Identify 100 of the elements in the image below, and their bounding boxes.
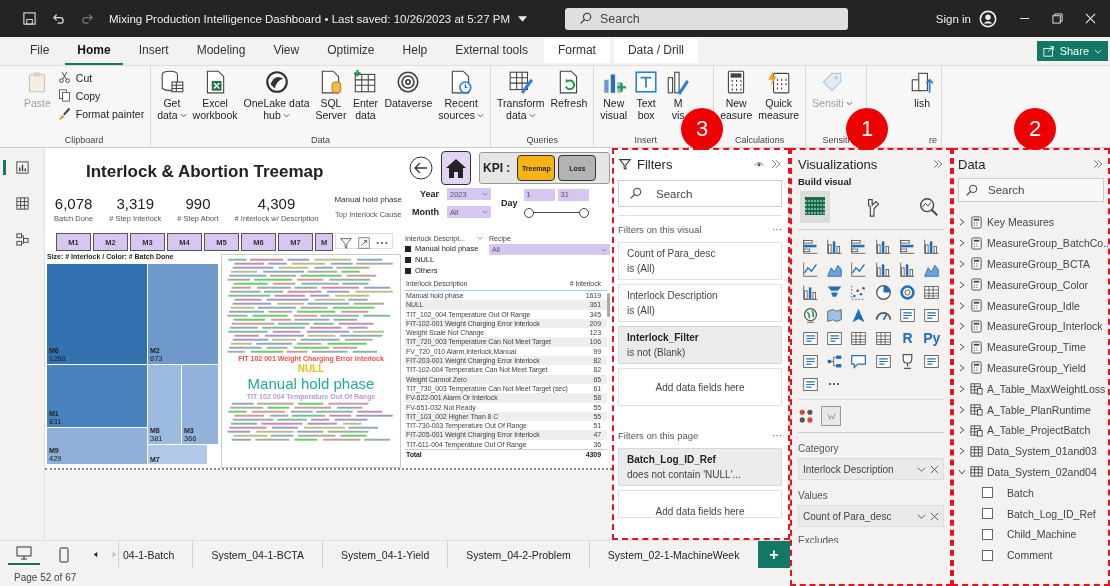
ribbon-button[interactable]: Transform data (495, 69, 547, 135)
ribbon-button[interactable]: SQL Server (313, 69, 349, 135)
ribbon-button[interactable]: Quick measure (756, 69, 802, 135)
ribbon-button[interactable]: Excel workbook (190, 69, 240, 135)
ribbon-button[interactable]: OneLake data hub (241, 69, 312, 135)
bar-chart-icon[interactable] (850, 238, 868, 255)
menu-tab[interactable]: Insert (126, 37, 181, 65)
previous-page-icon[interactable] (92, 551, 99, 558)
tree-icon[interactable] (826, 353, 843, 370)
bar-chart-icon[interactable] (801, 238, 819, 255)
data-table-item[interactable]: Key Measures (958, 212, 1104, 233)
ribbon-button[interactable]: M vis (663, 69, 694, 135)
filter-card[interactable]: Batch_Log_ID_Ref does not contain 'NULL'... (618, 448, 782, 486)
desktop-icon[interactable] (8, 544, 40, 565)
collapse-icon[interactable] (1092, 158, 1104, 170)
menu-tab[interactable]: Help (390, 37, 440, 65)
more-options-button[interactable]: ··· (772, 430, 782, 444)
expand-icon[interactable] (357, 236, 371, 250)
drop-zone[interactable]: Add data fields here (618, 490, 782, 518)
search-input[interactable]: Search (654, 186, 781, 201)
checkbox[interactable] (982, 549, 993, 561)
ribbon-button[interactable]: Enter data (350, 69, 381, 135)
data-field-item[interactable]: Child_Machine (958, 523, 1104, 545)
dots-chart-icon[interactable] (798, 407, 815, 425)
data-table-item[interactable]: A_Table_MaxWeightLoss (958, 378, 1104, 400)
scatter-chart-icon[interactable] (850, 284, 868, 301)
data-field-item[interactable]: Batch_Log_ID_Ref (958, 503, 1104, 524)
search-field[interactable]: Search (618, 180, 782, 207)
drop-zone[interactable]: Add data fields here (618, 368, 782, 406)
expand-chevron-icon[interactable] (958, 447, 966, 456)
search-field[interactable]: Search (565, 7, 848, 30)
more-visuals-link[interactable]: ··· (828, 376, 841, 393)
menu-tab[interactable]: Format (543, 39, 610, 63)
field-well[interactable]: Interlock Description (798, 458, 944, 480)
avatar-icon[interactable] (979, 9, 997, 28)
card-icon[interactable] (899, 307, 916, 324)
card-icon[interactable] (923, 307, 941, 324)
close-icon[interactable] (1085, 13, 1096, 24)
card-icon[interactable] (923, 353, 941, 370)
scrollbar[interactable] (607, 293, 610, 317)
expand-chevron-icon[interactable] (958, 426, 966, 435)
card-icon[interactable] (874, 353, 892, 370)
collapse-icon[interactable] (770, 158, 782, 170)
speech-bubble-icon[interactable] (850, 353, 868, 370)
pie-chart-icon[interactable] (874, 284, 892, 301)
slider-thumb[interactable] (578, 207, 589, 218)
ribbon-button[interactable]: Format painter (54, 106, 147, 121)
ribbon-button[interactable]: Dataverse (382, 69, 435, 135)
column-chart-icon[interactable] (899, 261, 916, 278)
remove-icon[interactable] (930, 464, 939, 474)
ribbon-button[interactable]: Copy (54, 88, 147, 103)
expand-chevron-icon[interactable] (958, 384, 966, 393)
expand-chevron-icon[interactable] (958, 260, 966, 268)
save-icon[interactable] (22, 11, 37, 26)
menu-tab[interactable]: External tools (443, 37, 540, 65)
map-icon[interactable] (826, 307, 843, 324)
expand-chevron-icon[interactable] (958, 218, 966, 227)
column-chart-icon[interactable] (923, 238, 941, 255)
data-table-item[interactable]: Data_System_02and04 (958, 461, 1104, 483)
bar-chart-icon[interactable] (899, 238, 916, 255)
chevron-icon[interactable] (917, 464, 926, 474)
collapse-chevron-icon[interactable] (958, 467, 966, 476)
table-icon[interactable] (923, 284, 941, 301)
filter-card[interactable]: Count of Para_desc is (All) (618, 242, 782, 280)
search-input[interactable]: Search (598, 10, 848, 27)
collapse-icon[interactable] (932, 158, 944, 170)
slider-thumb[interactable] (523, 207, 534, 218)
table-icon[interactable] (874, 330, 892, 347)
column-chart-icon[interactable] (801, 284, 819, 301)
visual-type-button[interactable]: Py (923, 330, 941, 347)
data-table-item[interactable]: MeasureGroup_BCTA (958, 253, 1104, 275)
menu-tab[interactable]: Data / Drill (613, 39, 698, 63)
checkbox[interactable] (982, 528, 993, 540)
card-icon[interactable] (801, 330, 819, 347)
ribbon-button[interactable]: Text box (631, 69, 662, 135)
data-table-item[interactable]: MeasureGroup_Time (958, 336, 1104, 358)
visual-type-button[interactable]: R (902, 330, 913, 347)
expand-chevron-icon[interactable] (958, 405, 966, 414)
expand-chevron-icon[interactable] (958, 301, 966, 310)
restore-icon[interactable] (1052, 13, 1063, 24)
checkbox[interactable] (982, 508, 993, 520)
remove-icon[interactable] (930, 511, 939, 521)
table-icon[interactable] (850, 330, 868, 347)
ribbon-button[interactable]: Recent sources (436, 69, 487, 135)
caret-icon[interactable] (518, 15, 528, 22)
search-input[interactable]: Search (986, 183, 1103, 197)
field-well[interactable]: Count of Para_desc (798, 505, 944, 527)
data-table-item[interactable]: MeasureGroup_Color (958, 274, 1104, 296)
card-icon[interactable] (826, 330, 843, 347)
data-field-item[interactable]: Batch (958, 482, 1104, 504)
card-icon[interactable] (801, 353, 819, 370)
ribbon-button[interactable]: Refresh (548, 69, 590, 135)
add-page-button[interactable]: + (758, 541, 790, 568)
sign-in-link[interactable]: Sign in (935, 12, 971, 25)
data-table-item[interactable]: MeasureGroup_Idle (958, 295, 1104, 316)
data-field-item[interactable]: Comment (958, 544, 1104, 566)
more-options-button[interactable]: ··· (772, 224, 782, 238)
menu-tab[interactable]: Modeling (184, 37, 258, 65)
menu-tab[interactable]: View (261, 37, 312, 65)
donut-chart-icon[interactable] (899, 284, 916, 301)
